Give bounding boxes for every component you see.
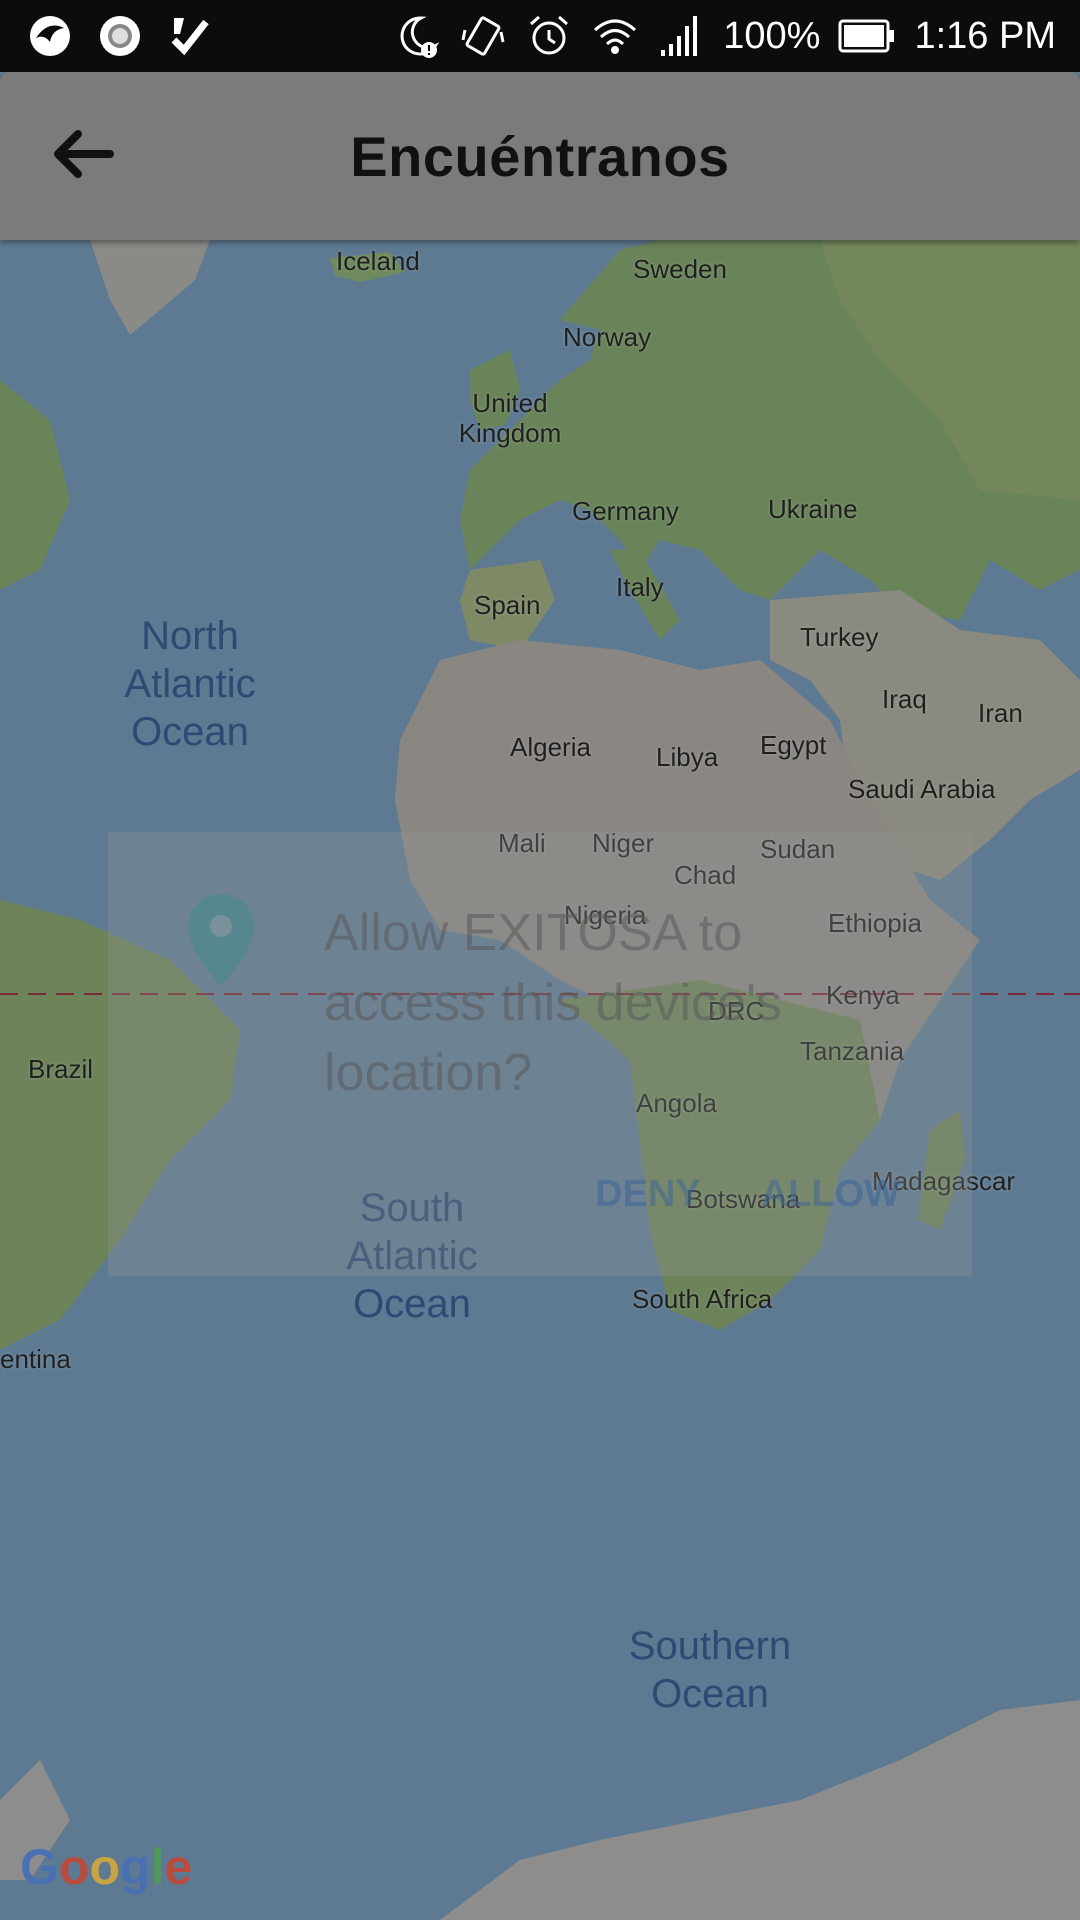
map-label-brazil: Brazil bbox=[28, 1054, 94, 1084]
map-label-saudi-arabia: Saudi Arabia bbox=[848, 774, 996, 804]
deny-button[interactable]: DENY bbox=[595, 1173, 701, 1216]
wifi-icon bbox=[594, 19, 637, 54]
page-title: Encuéntranos bbox=[350, 125, 730, 188]
battery-percentage: 100% bbox=[723, 14, 821, 57]
dialog-message: Allow EXITOSA to access this device's lo… bbox=[324, 904, 782, 1102]
do-not-disturb-moon-icon bbox=[400, 16, 440, 58]
google-logo: Google bbox=[20, 1839, 193, 1895]
map-label-norway: Norway bbox=[563, 322, 652, 352]
record-icon bbox=[100, 16, 140, 56]
map-label-germany: Germany bbox=[572, 496, 679, 526]
app-bar: Encuéntranos bbox=[0, 72, 1080, 240]
location-permission-dialog: Allow EXITOSA to access this device's lo… bbox=[108, 832, 972, 1276]
map-label-ukraine: Ukraine bbox=[768, 494, 858, 524]
status-bar: 100% 1:16 PM bbox=[0, 0, 1080, 72]
alarm-icon bbox=[530, 15, 569, 55]
app-notification-icon bbox=[30, 16, 70, 56]
map-label-turkey: Turkey bbox=[800, 622, 879, 652]
map-label-libya: Libya bbox=[656, 742, 719, 772]
allow-button[interactable]: ALLOW bbox=[761, 1173, 900, 1216]
map-label-south-africa: South Africa bbox=[632, 1284, 773, 1314]
location-pin-icon bbox=[188, 894, 254, 986]
map-label-algeria: Algeria bbox=[510, 732, 591, 762]
map-label-sweden: Sweden bbox=[633, 254, 727, 284]
map-label-iceland: Iceland bbox=[336, 246, 420, 276]
map-label-italy: Italy bbox=[616, 572, 664, 602]
map-label-argentina: entina bbox=[0, 1344, 71, 1374]
clock: 1:16 PM bbox=[914, 14, 1056, 57]
map-label-iran: Iran bbox=[978, 698, 1023, 728]
vibrate-icon bbox=[461, 16, 505, 56]
map-label-iraq: Iraq bbox=[882, 684, 927, 714]
map-label-southern-ocean: Southern Ocean bbox=[628, 1624, 792, 1716]
task-check-icon bbox=[171, 18, 209, 56]
map-label-spain: Spain bbox=[474, 590, 541, 620]
signal-icon bbox=[661, 16, 698, 56]
battery-icon bbox=[838, 19, 895, 53]
map-label-united-kingdom: United Kingdom bbox=[458, 388, 562, 448]
map-label-north-atlantic-ocean: North Atlantic Ocean bbox=[124, 614, 256, 754]
map-label-egypt: Egypt bbox=[760, 730, 827, 760]
